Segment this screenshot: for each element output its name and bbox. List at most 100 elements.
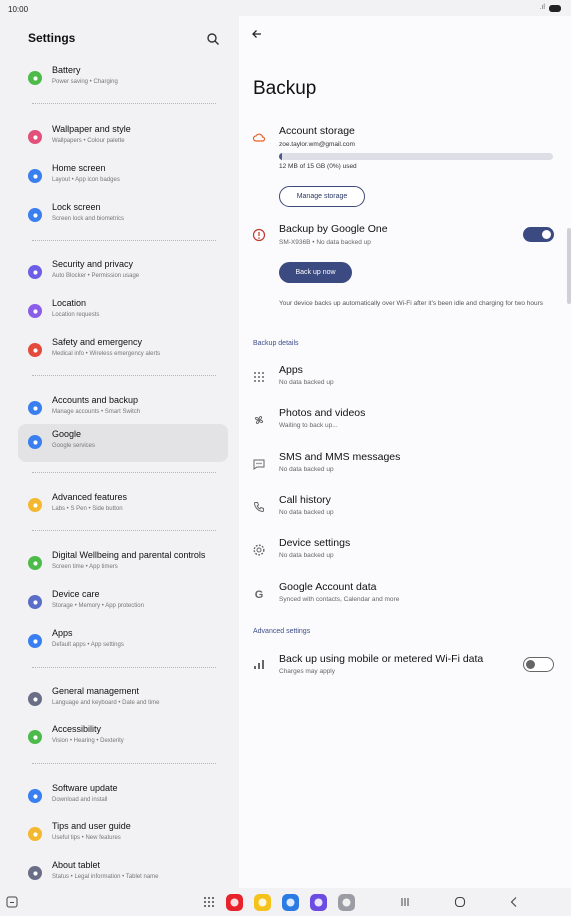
section-divider: [32, 763, 216, 764]
backup-google-one-sub: SM-X936B • No data backed up: [279, 239, 371, 246]
settings-item-subtitle: Wallpapers • Colour palette: [52, 138, 125, 144]
settings-item-title: Accounts and backup: [52, 395, 139, 405]
my-files-app-icon[interactable]: [254, 894, 271, 911]
sliders-icon: [28, 692, 42, 706]
settings-item-title: Advanced features: [52, 492, 128, 502]
settings-item-title: Digital Wellbeing and parental controls: [52, 550, 206, 560]
scrollbar[interactable]: [567, 228, 571, 304]
advanced-settings-header: Advanced settings: [253, 628, 311, 635]
settings-item-subtitle: Language and keyboard • Date and time: [52, 700, 160, 706]
battery-icon: [28, 71, 42, 85]
settings-item-wallpaper-and-style[interactable]: Wallpaper and style Wallpapers • Colour p…: [18, 119, 228, 157]
settings-item-advanced-features[interactable]: Advanced features Labs • S Pen • Side but…: [18, 487, 228, 525]
settings-item-title: Apps: [52, 628, 73, 638]
settings-item-google[interactable]: Google Google services: [18, 424, 228, 462]
camera-app-icon[interactable]: [338, 894, 355, 911]
settings-title: Settings: [28, 31, 76, 45]
settings-item-tips-and-user-guide[interactable]: Tips and user guide Useful tips • New fea…: [18, 816, 228, 854]
settings-item-title: Software update: [52, 783, 118, 793]
settings-item-subtitle: Power saving • Charging: [52, 79, 118, 85]
settings-item-title: About tablet: [52, 860, 101, 870]
wellbeing-icon: [28, 556, 42, 570]
mobile-data-backup-sub: Charges may apply: [279, 668, 335, 675]
settings-item-subtitle: Medical info • Wireless emergency alerts: [52, 351, 161, 357]
google-icon: [28, 435, 42, 449]
backup-detail-sub: Synced with contacts, Calendar and more: [279, 596, 400, 603]
backup-detail-title: Device settings: [279, 537, 351, 549]
settings-item-subtitle: Status • Legal information • Tablet name: [52, 874, 159, 880]
settings-item-subtitle: Download and install: [52, 797, 108, 803]
settings-item-subtitle: Vision • Hearing • Dexterity: [52, 738, 124, 744]
settings-item-home-screen[interactable]: Home screen Layout • App icon badges: [18, 158, 228, 196]
settings-item-lock-screen[interactable]: Lock screen Screen lock and biometrics: [18, 197, 228, 235]
settings-item-subtitle: Layout • App icon badges: [52, 177, 120, 183]
storage-progress-bar: [279, 153, 553, 160]
flipboard-app-icon[interactable]: [226, 894, 243, 911]
settings-item-accounts-and-backup[interactable]: Accounts and backup Manage accounts • Sma…: [18, 390, 228, 428]
settings-item-title: Safety and emergency: [52, 337, 143, 347]
settings-item-battery[interactable]: Battery Power saving • Charging: [18, 60, 228, 98]
settings-item-safety-and-emergency[interactable]: Safety and emergency Medical info • Wirel…: [18, 332, 228, 370]
keyboard-icon[interactable]: [6, 896, 18, 908]
back-arrow-icon[interactable]: [249, 26, 265, 42]
backup-detail-sub: Waiting to back up...: [279, 422, 338, 429]
sync-icon: [28, 401, 42, 415]
backup-detail-sub: No data backed up: [279, 379, 334, 386]
messages-app-icon[interactable]: [282, 894, 299, 911]
settings-item-digital-wellbeing-and-parental-controls[interactable]: Digital Wellbeing and parental controls S…: [18, 545, 228, 583]
recents-icon[interactable]: [399, 896, 411, 908]
lock-icon: [28, 208, 42, 222]
search-icon[interactable]: [206, 32, 220, 46]
settings-item-apps[interactable]: Apps Default apps • App settings: [18, 623, 228, 661]
section-divider: [32, 103, 216, 104]
settings-item-location[interactable]: Location Location requests: [18, 293, 228, 331]
settings-item-accessibility[interactable]: Accessibility Vision • Hearing • Dexterit…: [18, 719, 228, 757]
cloud-icon: [252, 131, 266, 145]
google-g-icon: G: [252, 587, 266, 601]
backup-detail-sub: No data backed up: [279, 509, 334, 516]
settings-item-title: General management: [52, 686, 140, 696]
back-up-now-button[interactable]: Back up now: [279, 262, 352, 283]
backup-detail-sub: No data backed up: [279, 552, 334, 559]
home-button-icon[interactable]: [454, 896, 466, 908]
apps-grid-icon: [28, 634, 42, 648]
settings-item-subtitle: Screen lock and biometrics: [52, 216, 125, 222]
message-icon: [252, 457, 266, 471]
settings-item-title: Accessibility: [52, 724, 102, 734]
back-button-icon[interactable]: [508, 896, 520, 908]
backup-detail-pane: Backup Account storage zoe.taylor.wm@gma…: [239, 16, 571, 888]
info-icon: [252, 228, 266, 242]
app-drawer-icon[interactable]: [203, 896, 215, 908]
settings-item-title: Google: [52, 429, 82, 439]
settings-item-title: Home screen: [52, 163, 106, 173]
alert-icon: [28, 343, 42, 357]
settings-item-title: Wallpaper and style: [52, 124, 131, 134]
account-storage-title: Account storage: [279, 125, 355, 137]
battery-status-icon: [549, 5, 561, 12]
wallpaper-icon: [28, 130, 42, 144]
info-icon: [28, 866, 42, 880]
storage-usage-text: 12 MB of 15 GB (0%) used: [279, 163, 357, 170]
internet-app-icon[interactable]: [310, 894, 327, 911]
settings-item-subtitle: Location requests: [52, 312, 100, 318]
location-pin-icon: [28, 304, 42, 318]
shield-icon: [28, 265, 42, 279]
settings-item-subtitle: Manage accounts • Smart Switch: [52, 409, 141, 415]
backup-google-one-toggle[interactable]: [523, 227, 554, 242]
storage-progress-fill: [279, 153, 282, 160]
settings-item-general-management[interactable]: General management Language and keyboard …: [18, 681, 228, 719]
mobile-data-backup-toggle[interactable]: [523, 657, 554, 672]
settings-item-device-care[interactable]: Device care Storage • Memory • App protec…: [18, 584, 228, 622]
backup-detail-sub: No data backed up: [279, 466, 334, 473]
settings-item-subtitle: Storage • Memory • App protection: [52, 603, 144, 609]
manage-storage-button[interactable]: Manage storage: [279, 186, 365, 207]
gear-icon: [252, 543, 266, 557]
navigation-bar: [0, 888, 571, 916]
settings-item-title: Location: [52, 298, 87, 308]
svg-text:G: G: [255, 589, 264, 601]
settings-item-title: Device care: [52, 589, 100, 599]
backup-detail-title: SMS and MMS messages: [279, 451, 401, 463]
device-care-icon: [28, 595, 42, 609]
settings-item-software-update[interactable]: Software update Download and install: [18, 778, 228, 816]
settings-item-security-and-privacy[interactable]: Security and privacy Auto Blocker • Permi…: [18, 254, 228, 292]
